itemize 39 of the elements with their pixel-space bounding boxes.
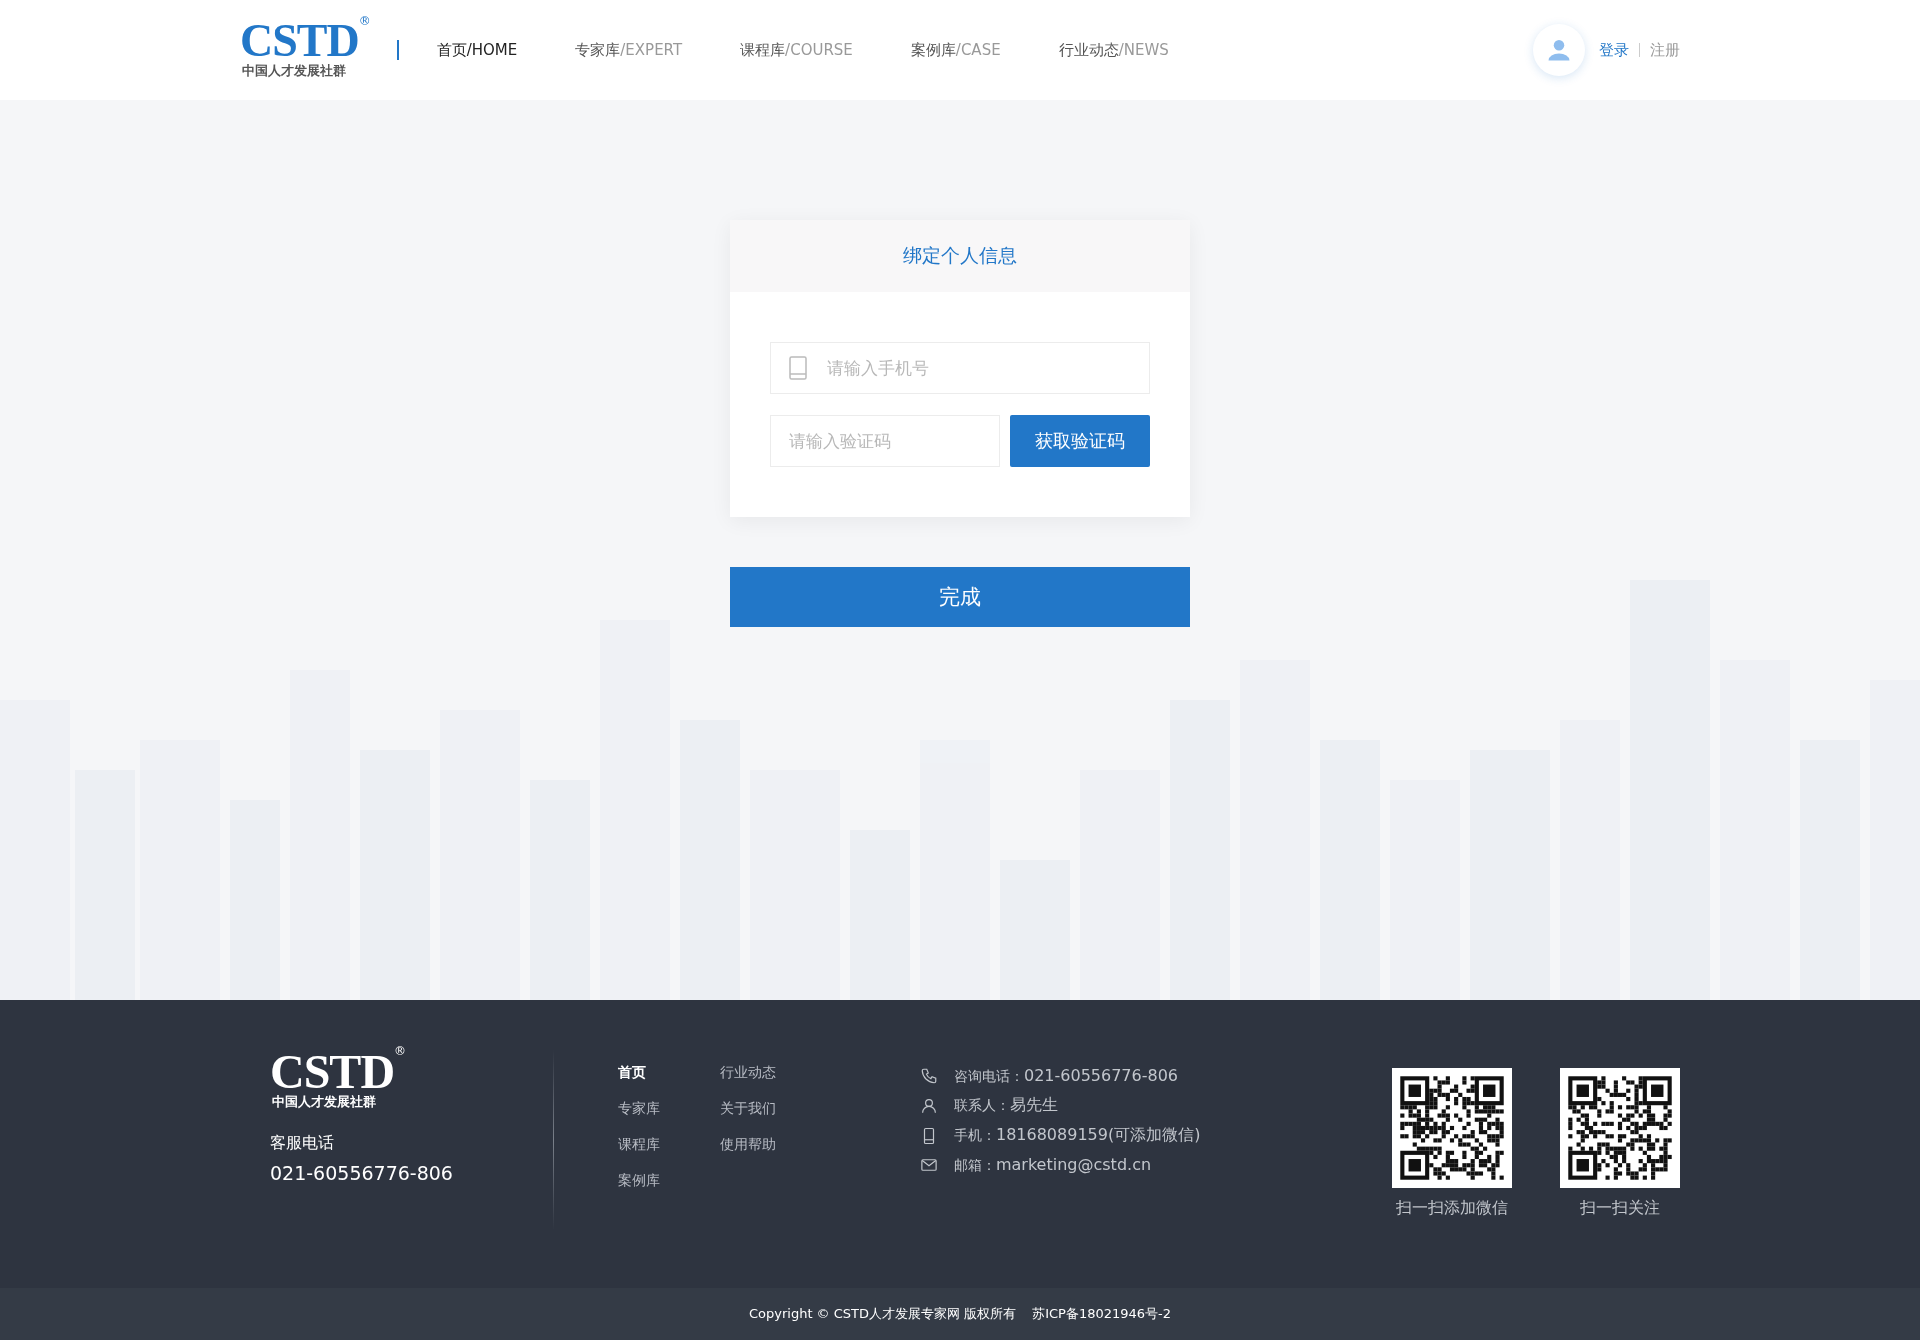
service-label: 客服电话 xyxy=(270,1133,334,1155)
footer-link[interactable]: 案例库 xyxy=(617,1172,660,1190)
qr-caption: 扫一扫关注 xyxy=(1580,1198,1660,1219)
mobile-icon xyxy=(788,356,808,380)
registered-mark: ® xyxy=(394,1044,407,1058)
contact-info: 联系人：易先生 xyxy=(953,1095,1058,1116)
nav-link[interactable]: 行业动态/NEWS xyxy=(1058,40,1169,60)
footer-link[interactable]: 专家库 xyxy=(617,1100,660,1118)
footer-link[interactable]: 行业动态 xyxy=(719,1064,776,1082)
contact-info: 手机：18168089159(可添加微信) xyxy=(953,1125,1201,1146)
logo-tagline: 中国人才发展社群 xyxy=(272,1093,376,1112)
footer-link[interactable]: 使用帮助 xyxy=(719,1136,776,1154)
qr-caption: 扫一扫添加微信 xyxy=(1396,1198,1508,1219)
service-phone: 021-60556776-806 xyxy=(270,1162,453,1185)
footer-link[interactable]: 课程库 xyxy=(617,1136,660,1154)
copyright-text: Copyright © CSTD人才发展专家网 版权所有 xyxy=(748,1305,1017,1323)
nav-link[interactable]: 课程库/COURSE xyxy=(740,40,853,60)
mail-icon xyxy=(919,1156,938,1174)
nav-link[interactable]: 专家库/EXPERT xyxy=(575,40,683,60)
registered-mark: ® xyxy=(358,14,371,29)
login-link[interactable]: 登录 xyxy=(1599,40,1629,60)
get-code-button[interactable]: 获取验证码 xyxy=(1010,415,1150,467)
nav-link[interactable]: 首页/HOME xyxy=(436,40,518,60)
submit-button[interactable]: 完成 xyxy=(730,567,1190,627)
card-title: 绑定个人信息 xyxy=(730,220,1190,292)
logo-wordmark: CSTD xyxy=(270,1050,395,1094)
footer-link[interactable]: 关于我们 xyxy=(719,1100,776,1118)
user-avatar[interactable] xyxy=(1533,24,1585,76)
nav-link[interactable]: 案例库/CASE xyxy=(910,40,1001,60)
phone-icon xyxy=(919,1067,938,1085)
logo-wordmark: CSTD xyxy=(240,20,359,62)
contact-info: 邮箱：marketing@cstd.cn xyxy=(953,1155,1152,1175)
person-icon xyxy=(919,1096,938,1115)
code-input-field[interactable]: 请输入验证码 xyxy=(770,415,1000,467)
icp-number: 苏ICP备18021946号-2 xyxy=(1032,1305,1172,1323)
phone-input-field[interactable]: 请输入手机号 xyxy=(770,342,1150,394)
footer-link[interactable]: 首页 xyxy=(617,1064,646,1082)
contact-info: 咨询电话：021-60556776-806 xyxy=(953,1066,1178,1086)
logo-tagline: 中国人才发展社群 xyxy=(242,61,346,80)
